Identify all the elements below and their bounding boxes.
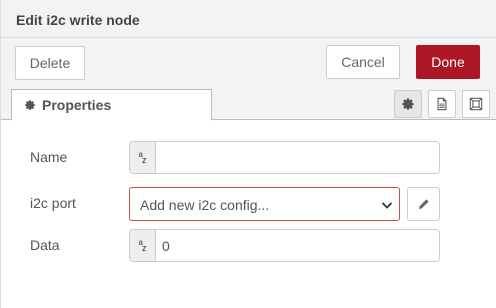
appearance-tab-button[interactable] bbox=[462, 90, 490, 118]
dialog-title: Edit i2c write node bbox=[16, 12, 140, 28]
string-type-badge[interactable]: az bbox=[130, 142, 156, 173]
edit-config-button[interactable] bbox=[407, 187, 440, 221]
i2c-port-selected: Add new i2c config... bbox=[140, 197, 270, 213]
type-badge-z: z bbox=[141, 154, 147, 165]
string-type-badge[interactable]: az bbox=[130, 230, 156, 261]
file-text-icon bbox=[437, 97, 447, 111]
edit-dialog: Edit i2c write node Delete Cancel Done P… bbox=[0, 0, 496, 308]
done-button[interactable]: Done bbox=[416, 45, 480, 79]
dialog-toolbar: Delete Cancel Done bbox=[1, 38, 496, 88]
description-tab-button[interactable] bbox=[428, 90, 456, 118]
chevron-down-icon bbox=[381, 202, 393, 209]
pencil-icon bbox=[418, 199, 429, 209]
name-input[interactable]: az bbox=[129, 141, 440, 174]
cog-icon bbox=[402, 98, 414, 110]
tab-properties-label: Properties bbox=[42, 97, 112, 113]
cancel-button[interactable]: Cancel bbox=[326, 45, 400, 79]
i2c-port-select[interactable]: Add new i2c config... bbox=[129, 187, 400, 221]
i2c-port-label: i2c port bbox=[30, 195, 76, 211]
name-label: Name bbox=[30, 149, 68, 165]
cog-tab-button[interactable] bbox=[394, 90, 422, 118]
data-input-value: 0 bbox=[162, 238, 170, 254]
tab-properties[interactable]: Properties bbox=[11, 89, 212, 121]
data-label: Data bbox=[30, 237, 60, 253]
data-input[interactable]: az 0 bbox=[129, 229, 440, 262]
tab-bar: Properties bbox=[1, 88, 496, 121]
cog-icon bbox=[25, 100, 35, 110]
delete-button[interactable]: Delete bbox=[15, 46, 85, 80]
dialog-header: Edit i2c write node bbox=[1, 0, 496, 38]
frame-icon bbox=[469, 97, 483, 111]
type-badge-z: z bbox=[141, 242, 147, 253]
